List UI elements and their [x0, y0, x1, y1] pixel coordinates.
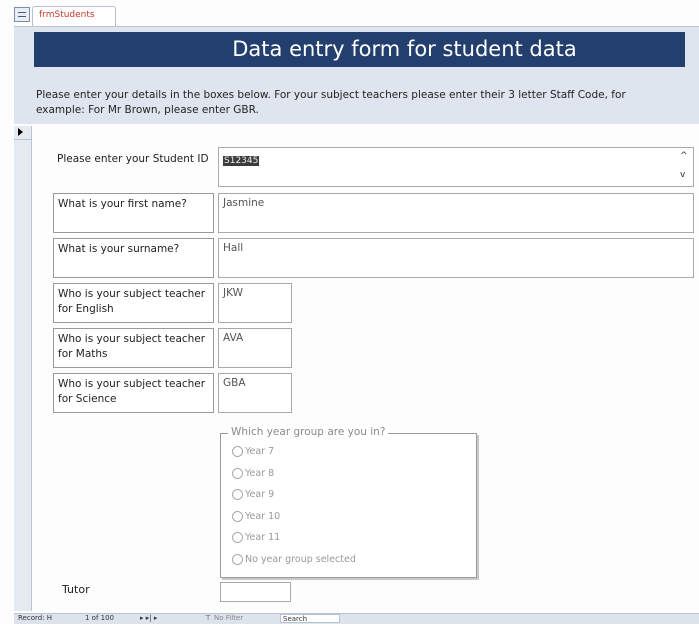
option-label: Year 10 [245, 511, 281, 522]
surname-label: What is your surname? [53, 238, 214, 278]
maths-teacher-label: Who is your subject teacher for Maths [53, 328, 214, 368]
record-label: Record: H [18, 614, 53, 622]
radio-icon [232, 468, 243, 479]
page-title: Data entry form for student data [232, 37, 577, 61]
option-no-year-group[interactable]: No year group selected [232, 551, 356, 569]
tutor-field[interactable] [220, 582, 291, 602]
record-navigation-bar [14, 613, 699, 624]
record-selector-arrow-icon [18, 128, 23, 136]
option-label: Year 7 [245, 446, 275, 457]
radio-icon [232, 554, 243, 565]
student-id-value: S12345 [223, 156, 260, 166]
option-label: Year 9 [245, 489, 275, 500]
form-icon [14, 7, 30, 22]
option-year-7[interactable]: Year 7 [232, 443, 274, 461]
english-teacher-field[interactable]: JKW [218, 283, 292, 323]
object-tab-strip [14, 6, 699, 28]
maths-teacher-field[interactable]: AVA [218, 328, 292, 368]
first-name-label: What is your first name? [53, 193, 214, 233]
option-year-10[interactable]: Year 10 [232, 508, 280, 526]
option-year-11[interactable]: Year 11 [232, 529, 280, 547]
filter-status[interactable]: No Filter [214, 614, 243, 623]
english-teacher-label: Who is your subject teacher for English [53, 283, 214, 323]
option-label: Year 8 [245, 468, 275, 479]
next-record-buttons[interactable]: ▸ ▸| ▸ [140, 614, 157, 623]
surname-field[interactable]: Hall [218, 238, 694, 278]
option-label: No year group selected [245, 554, 356, 565]
option-year-9[interactable]: Year 9 [232, 486, 274, 504]
tutor-label: Tutor [62, 583, 90, 596]
science-teacher-field[interactable]: GBA [218, 373, 292, 413]
student-id-field[interactable]: S12345 [218, 147, 694, 187]
scroll-up-icon[interactable]: ^ [680, 151, 688, 161]
intro-text: Please enter your details in the boxes b… [36, 89, 626, 116]
year-group-legend: Which year group are you in? [228, 426, 389, 438]
radio-icon [232, 532, 243, 543]
student-id-label: Please enter your Student ID [57, 153, 209, 165]
radio-icon [232, 489, 243, 500]
radio-icon [232, 446, 243, 457]
filter-icon[interactable]: ⊤ [205, 614, 211, 623]
first-name-field[interactable]: Jasmine [218, 193, 694, 233]
record-selector-divider [14, 139, 32, 140]
science-teacher-label: Who is your subject teacher for Science [53, 373, 214, 413]
record-position[interactable]: 1 of 100 [85, 614, 114, 623]
search-input[interactable]: Search [280, 614, 340, 623]
radio-icon [232, 511, 243, 522]
option-label: Year 11 [245, 532, 281, 543]
option-year-8[interactable]: Year 8 [232, 465, 274, 483]
tab-frmstudents[interactable]: frmStudents [32, 6, 116, 26]
scroll-down-icon[interactable]: v [680, 170, 685, 180]
record-selector[interactable] [14, 126, 32, 611]
tab-label: frmStudents [39, 10, 95, 20]
